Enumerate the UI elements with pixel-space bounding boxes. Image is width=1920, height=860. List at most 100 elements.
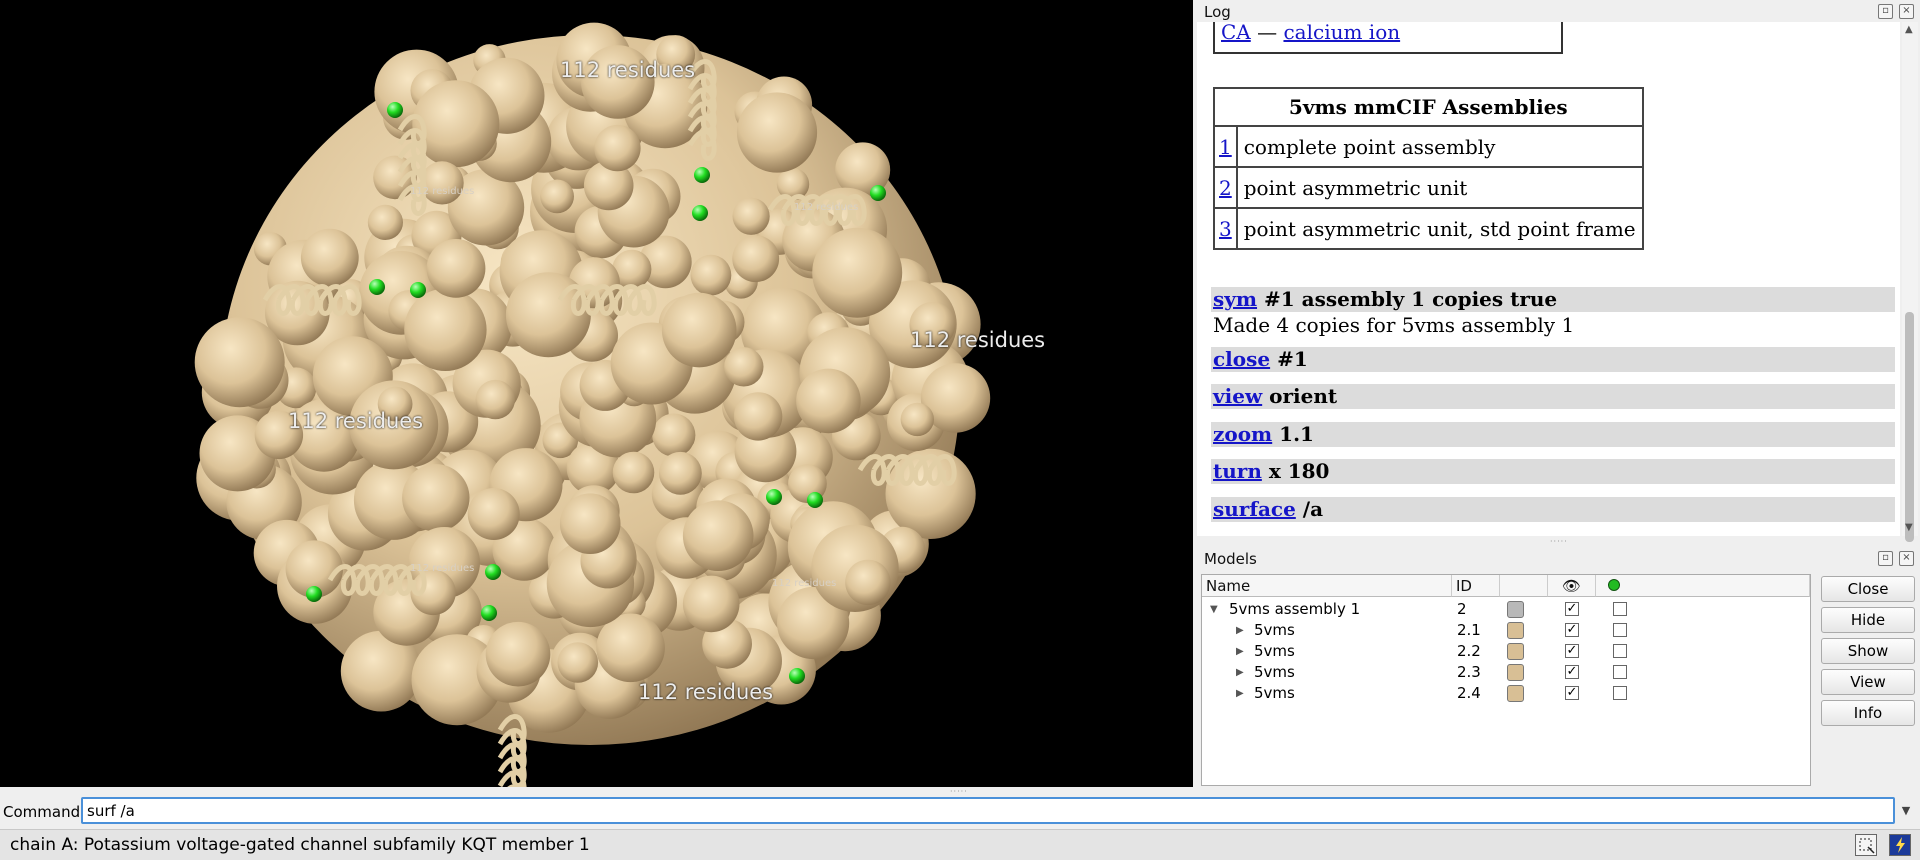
model-row[interactable]: ▶ 5vms 2.1 ✓ (1202, 620, 1810, 641)
shown-checkbox[interactable]: ✓ (1565, 686, 1579, 700)
select-checkbox[interactable] (1613, 623, 1627, 637)
calcium-ion (306, 586, 322, 602)
command-link[interactable]: sym (1213, 287, 1257, 311)
surface-bump (485, 621, 551, 687)
expand-icon[interactable]: ▶ (1236, 662, 1244, 683)
command-link[interactable]: zoom (1213, 422, 1272, 446)
surface-bump (733, 392, 783, 441)
model-row[interactable]: ▶ 5vms 2.3 ✓ (1202, 662, 1810, 683)
calcium-ion (789, 668, 805, 684)
calcium-ion (807, 492, 823, 508)
column-id[interactable]: ID (1452, 575, 1500, 597)
color-swatch[interactable] (1507, 601, 1524, 618)
splitter-handle[interactable]: ····· (950, 787, 968, 796)
select-checkbox[interactable] (1613, 665, 1627, 679)
hide-button[interactable]: Hide (1821, 607, 1915, 633)
scroll-thumb[interactable] (1905, 312, 1914, 542)
surface-bump (732, 235, 780, 283)
shown-checkbox[interactable]: ✓ (1565, 644, 1579, 658)
command-link[interactable]: surface (1213, 497, 1296, 521)
assembly-link[interactable]: 1 (1219, 135, 1232, 159)
status-text: chain A: Potassium voltage-gated channel… (10, 835, 590, 855)
select-checkbox[interactable] (1613, 686, 1627, 700)
model-id: 2.3 (1457, 663, 1481, 681)
surface-bump (736, 92, 818, 173)
ligand-name-link[interactable]: calcium ion (1283, 22, 1400, 44)
float-icon[interactable]: ▫ (1878, 551, 1893, 566)
eye-icon[interactable]: 👁 (1548, 575, 1596, 597)
selection-inspector-icon[interactable] (1855, 834, 1877, 856)
calcium-ion (481, 605, 497, 621)
lightning-icon[interactable] (1889, 834, 1911, 856)
command-link[interactable]: turn (1213, 459, 1262, 483)
shown-checkbox[interactable]: ✓ (1565, 623, 1579, 637)
log-scrollbar[interactable]: ▲ ▼ (1902, 22, 1918, 542)
color-swatch[interactable] (1507, 664, 1524, 681)
command-args: orient (1269, 384, 1338, 408)
assembly-desc: point asymmetric unit (1235, 166, 1644, 209)
command-args: /a (1302, 497, 1324, 521)
column-name[interactable]: Name (1202, 575, 1452, 597)
model-id: 2.1 (1457, 621, 1481, 639)
column-color[interactable] (1500, 575, 1548, 597)
info-button[interactable]: Info (1821, 700, 1915, 726)
calcium-ion (410, 282, 426, 298)
close-icon[interactable]: × (1899, 551, 1914, 566)
view-button[interactable]: View (1821, 669, 1915, 695)
assemblies-table: 5vms mmCIF Assemblies 1 complete point a… (1213, 87, 1644, 250)
color-swatch[interactable] (1507, 685, 1524, 702)
status-bar: chain A: Potassium voltage-gated channel… (0, 829, 1920, 860)
model-id: 2.2 (1457, 642, 1481, 660)
color-swatch[interactable] (1507, 643, 1524, 660)
surface-bump (661, 292, 737, 368)
show-button[interactable]: Show (1821, 638, 1915, 664)
collapse-icon[interactable]: ▼ (1210, 599, 1218, 620)
shown-checkbox[interactable]: ✓ (1565, 665, 1579, 679)
assembly-link[interactable]: 3 (1219, 217, 1232, 241)
residue-label: 112 residues (560, 58, 696, 82)
command-link[interactable]: close (1213, 347, 1270, 371)
expand-icon[interactable]: ▶ (1236, 620, 1244, 641)
select-checkbox[interactable] (1613, 602, 1627, 616)
calcium-ion (766, 489, 782, 505)
expand-icon[interactable]: ▶ (1236, 641, 1244, 662)
chevron-down-icon[interactable]: ▼ (1896, 797, 1916, 824)
surface-bump (367, 204, 403, 240)
ligand-dash: — (1257, 22, 1278, 44)
shown-checkbox[interactable]: ✓ (1565, 602, 1579, 616)
log-panel[interactable]: CA — calcium ion 5vms mmCIF Assemblies 1… (1197, 22, 1900, 536)
surface-bump (420, 161, 464, 205)
models-table[interactable]: Name ID 👁 ▼ 5vms assembly 1 2 ✓ ▶ 5vms 2… (1201, 574, 1811, 786)
command-input[interactable] (81, 797, 1895, 824)
log-command: sym #1 assembly 1 copies true (1211, 287, 1895, 312)
surface-bump (557, 642, 599, 683)
residue-label-small: 112 residues (410, 186, 475, 197)
surface-bump (426, 239, 486, 298)
model-row[interactable]: ▼ 5vms assembly 1 2 ✓ (1202, 599, 1810, 620)
select-icon[interactable] (1596, 575, 1810, 597)
model-row[interactable]: ▶ 5vms 2.4 ✓ (1202, 683, 1810, 704)
ligand-code-link[interactable]: CA (1221, 22, 1251, 44)
calcium-ion (692, 205, 708, 221)
surface-bump (812, 227, 903, 318)
assembly-link[interactable]: 2 (1219, 176, 1232, 200)
surface-bump (475, 379, 515, 420)
scroll-up-icon[interactable]: ▲ (1905, 24, 1913, 35)
float-icon[interactable]: ▫ (1878, 4, 1893, 19)
scroll-down-icon[interactable]: ▼ (1905, 522, 1913, 533)
surface-bump (724, 347, 764, 387)
command-link[interactable]: view (1213, 384, 1262, 408)
close-icon[interactable]: × (1899, 4, 1914, 19)
model-name: 5vms (1254, 684, 1295, 702)
graphics-viewport[interactable]: 112 residues 112 residues 112 residues 1… (0, 0, 1193, 787)
color-swatch[interactable] (1507, 622, 1524, 639)
model-row[interactable]: ▶ 5vms 2.2 ✓ (1202, 641, 1810, 662)
surface-bump (845, 559, 891, 606)
select-checkbox[interactable] (1613, 644, 1627, 658)
expand-icon[interactable]: ▶ (1236, 683, 1244, 704)
splitter-handle[interactable]: ····· (1550, 537, 1568, 546)
calcium-ion (369, 279, 385, 295)
surface-bump (402, 464, 470, 532)
surface-bump (682, 500, 754, 571)
close-button[interactable]: Close (1821, 576, 1915, 602)
